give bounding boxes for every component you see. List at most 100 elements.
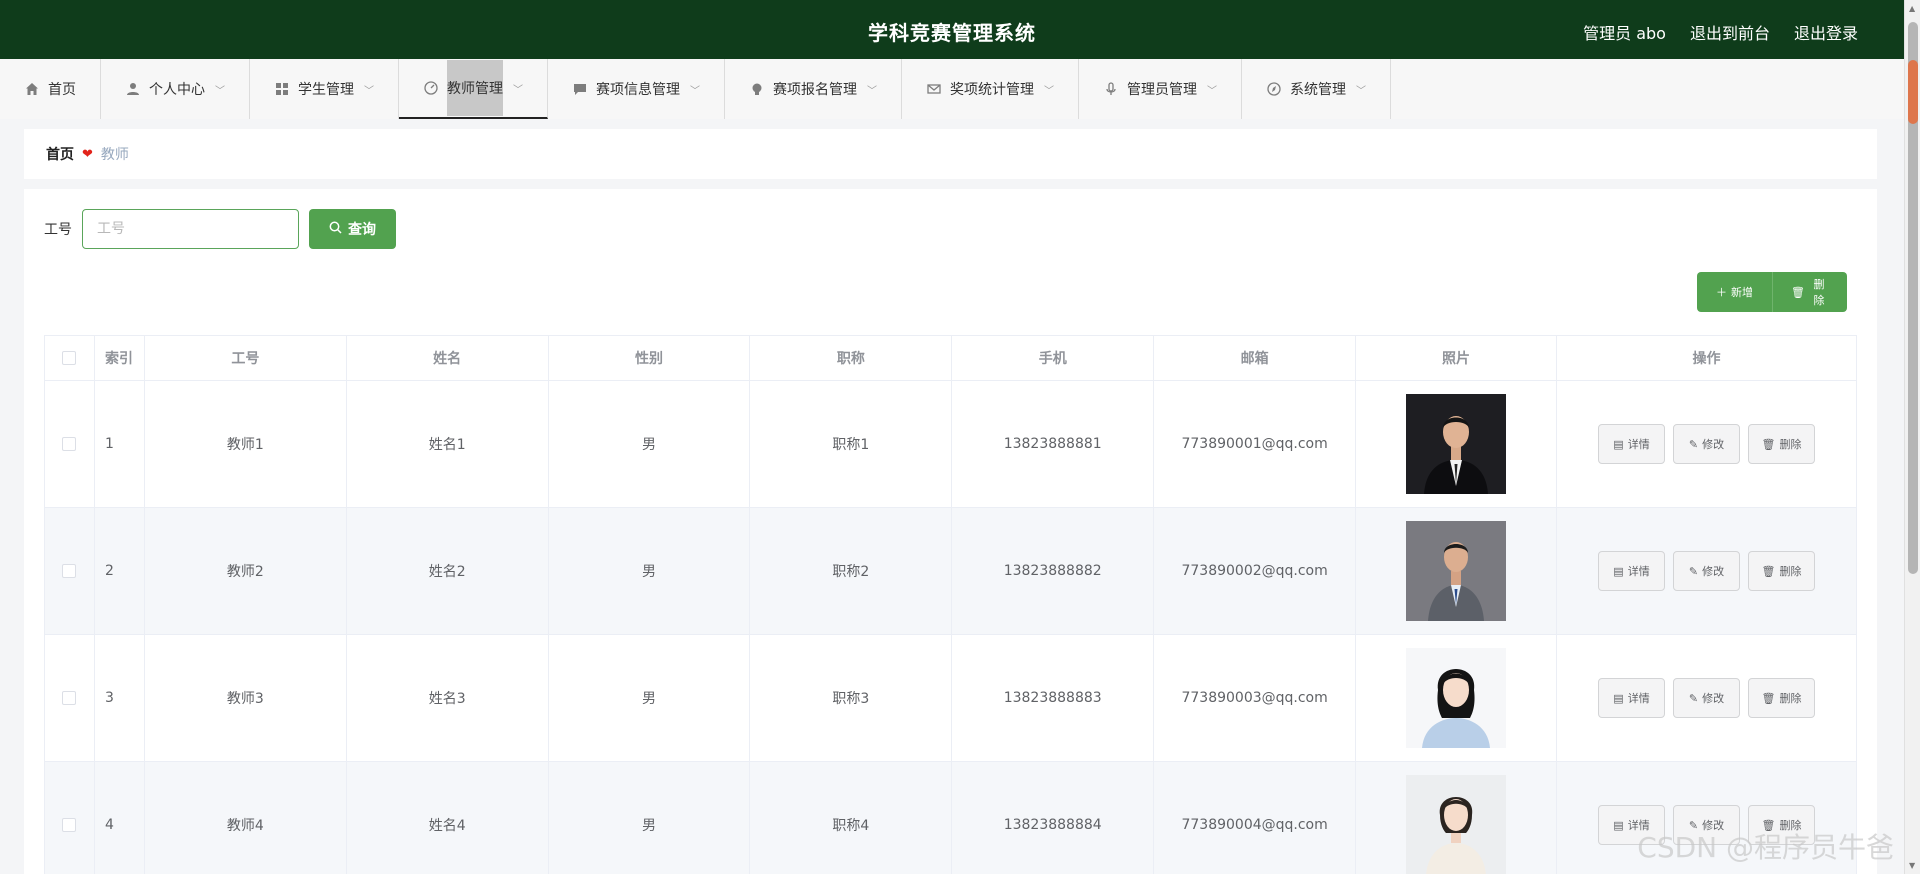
cell-title: 职称3 bbox=[749, 634, 953, 762]
row-checkbox[interactable] bbox=[62, 691, 77, 705]
document-icon: ▤ bbox=[1613, 691, 1624, 705]
compass-icon bbox=[1266, 81, 1282, 97]
bulb-icon bbox=[749, 81, 765, 97]
cell-sex: 男 bbox=[547, 634, 751, 762]
to-front-link[interactable]: 退出到前台 bbox=[1690, 20, 1770, 44]
col-header-ops: 操作 bbox=[1556, 335, 1857, 381]
pencil-icon: ✎ bbox=[1688, 564, 1699, 578]
teacher-photo bbox=[1406, 775, 1507, 874]
header-links: 管理员 abo 退出到前台 退出登录 bbox=[1583, 20, 1858, 44]
chevron-down-icon: ﹀ bbox=[215, 85, 225, 97]
row-actions: ▤ 详情 ✎ 修改 🗑 删除 bbox=[1557, 424, 1856, 464]
edit-button[interactable]: ✎ 修改 bbox=[1673, 678, 1740, 718]
cell-sex: 男 bbox=[547, 761, 751, 874]
cell-title: 职称4 bbox=[749, 761, 953, 874]
chevron-down-icon: ﹀ bbox=[1044, 85, 1054, 97]
nav-item-teachers[interactable]: 教师管理 ﹀ bbox=[399, 59, 548, 119]
detail-button[interactable]: ▤ 详情 bbox=[1598, 424, 1665, 464]
row-checkbox[interactable] bbox=[62, 818, 77, 832]
nav-label: 赛项信息管理 bbox=[596, 82, 680, 98]
col-header-sex: 性别 bbox=[547, 335, 751, 381]
nav-item-profile[interactable]: 个人中心 ﹀ bbox=[101, 59, 250, 119]
cell-name: 姓名2 bbox=[345, 507, 549, 635]
trash-icon: 🗑 bbox=[1761, 437, 1776, 451]
trash-icon: 🗑 bbox=[1791, 285, 1805, 299]
teacher-table: 索引 工号 姓名 性别 职称 手机 邮箱 照片 操作 1 教师1 姓名1 男 职… bbox=[44, 335, 1857, 874]
cell-ops: ▤ 详情 ✎ 修改 🗑 删除 bbox=[1556, 634, 1857, 762]
nav-label: 系统管理 bbox=[1290, 82, 1346, 98]
row-checkbox[interactable] bbox=[62, 437, 77, 451]
current-user-label[interactable]: 管理员 abo bbox=[1583, 20, 1666, 44]
table-row: 1 教师1 姓名1 男 职称1 13823888881 773890001@qq… bbox=[44, 380, 1857, 508]
cell-ops: ▤ 详情 ✎ 修改 🗑 删除 bbox=[1556, 380, 1857, 508]
row-actions: ▤ 详情 ✎ 修改 🗑 删除 bbox=[1557, 678, 1856, 718]
breadcrumb: 首页 ❤ 教师 bbox=[24, 129, 1877, 179]
edit-label: 修改 bbox=[1702, 565, 1725, 578]
row-checkbox[interactable] bbox=[62, 564, 77, 578]
edit-button[interactable]: ✎ 修改 bbox=[1673, 424, 1740, 464]
nav-label: 管理员管理 bbox=[1127, 82, 1197, 98]
chevron-down-icon: ﹀ bbox=[690, 85, 700, 97]
cell-name: 姓名4 bbox=[345, 761, 549, 874]
delete-button[interactable]: 🗑 删除 bbox=[1748, 551, 1815, 591]
nav-item-awards[interactable]: 奖项统计管理 ﹀ bbox=[902, 59, 1079, 119]
document-icon: ▤ bbox=[1613, 437, 1624, 451]
delete-label: 删除 bbox=[1779, 692, 1802, 705]
edit-button[interactable]: ✎ 修改 bbox=[1673, 551, 1740, 591]
table-header-row: 索引 工号 姓名 性别 职称 手机 邮箱 照片 操作 bbox=[44, 335, 1857, 381]
mail-icon bbox=[926, 81, 942, 97]
delete-button[interactable]: 🗑 删除 bbox=[1748, 678, 1815, 718]
select-all-cell[interactable] bbox=[44, 335, 95, 381]
cell-phone: 13823888882 bbox=[951, 507, 1155, 635]
logout-link[interactable]: 退出登录 bbox=[1794, 20, 1858, 44]
search-button[interactable]: 查询 bbox=[309, 209, 396, 249]
nav-label: 学生管理 bbox=[298, 82, 354, 98]
detail-label: 详情 bbox=[1627, 565, 1650, 578]
trash-icon: 🗑 bbox=[1761, 691, 1776, 705]
cell-title: 职称1 bbox=[749, 380, 953, 508]
search-input[interactable] bbox=[82, 209, 299, 249]
table-row: 2 教师2 姓名2 男 职称2 13823888882 773890002@qq… bbox=[44, 507, 1857, 635]
scrollbar-marker bbox=[1908, 60, 1918, 124]
nav-item-competitions[interactable]: 赛项信息管理 ﹀ bbox=[548, 59, 725, 119]
gauge-icon bbox=[423, 80, 439, 96]
nav-label: 个人中心 bbox=[149, 82, 205, 98]
search-button-label: 查询 bbox=[348, 222, 376, 238]
cell-sex: 男 bbox=[547, 380, 751, 508]
trash-icon: 🗑 bbox=[1761, 564, 1776, 578]
nav-item-system[interactable]: 系统管理 ﹀ bbox=[1242, 59, 1391, 119]
cell-phone: 13823888884 bbox=[951, 761, 1155, 874]
cell-id: 教师3 bbox=[143, 634, 347, 762]
detail-button[interactable]: ▤ 详情 bbox=[1598, 678, 1665, 718]
pencil-icon: ✎ bbox=[1688, 691, 1699, 705]
detail-label: 详情 bbox=[1627, 438, 1650, 451]
col-header-title: 职称 bbox=[749, 335, 953, 381]
row-actions: ▤ 详情 ✎ 修改 🗑 删除 bbox=[1557, 551, 1856, 591]
nav-item-registration[interactable]: 赛项报名管理 ﹀ bbox=[725, 59, 902, 119]
cell-phone: 13823888883 bbox=[951, 634, 1155, 762]
nav-item-students[interactable]: 学生管理 ﹀ bbox=[250, 59, 399, 119]
delete-button[interactable]: 🗑 删除 bbox=[1748, 424, 1815, 464]
chevron-down-icon: ﹀ bbox=[1356, 85, 1366, 97]
select-all-checkbox[interactable] bbox=[62, 351, 77, 365]
add-button[interactable]: ＋ 新增 bbox=[1697, 272, 1772, 312]
batch-delete-button[interactable]: 🗑 删除 bbox=[1772, 272, 1847, 312]
col-header-index: 索引 bbox=[93, 335, 145, 381]
col-header-id: 工号 bbox=[143, 335, 347, 381]
breadcrumb-home[interactable]: 首页 bbox=[46, 144, 74, 164]
nav-item-admins[interactable]: 管理员管理 ﹀ bbox=[1079, 59, 1242, 119]
cell-photo bbox=[1355, 634, 1557, 762]
teacher-photo bbox=[1406, 521, 1507, 621]
mic-icon bbox=[1103, 81, 1119, 97]
cell-email: 773890004@qq.com bbox=[1153, 761, 1357, 874]
nav-item-home[interactable]: 首页 bbox=[0, 59, 101, 119]
table-row: 3 教师3 姓名3 男 职称3 13823888883 773890003@qq… bbox=[44, 634, 1857, 762]
cell-photo bbox=[1355, 761, 1557, 874]
page-scrollbar[interactable]: ▲ ▼ bbox=[1904, 0, 1920, 874]
scroll-down-icon[interactable]: ▼ bbox=[1909, 861, 1915, 870]
scroll-up-icon[interactable]: ▲ bbox=[1909, 4, 1915, 13]
cell-id: 教师2 bbox=[143, 507, 347, 635]
nav-label: 奖项统计管理 bbox=[950, 82, 1034, 98]
nav-label: 赛项报名管理 bbox=[773, 82, 857, 98]
detail-button[interactable]: ▤ 详情 bbox=[1598, 551, 1665, 591]
